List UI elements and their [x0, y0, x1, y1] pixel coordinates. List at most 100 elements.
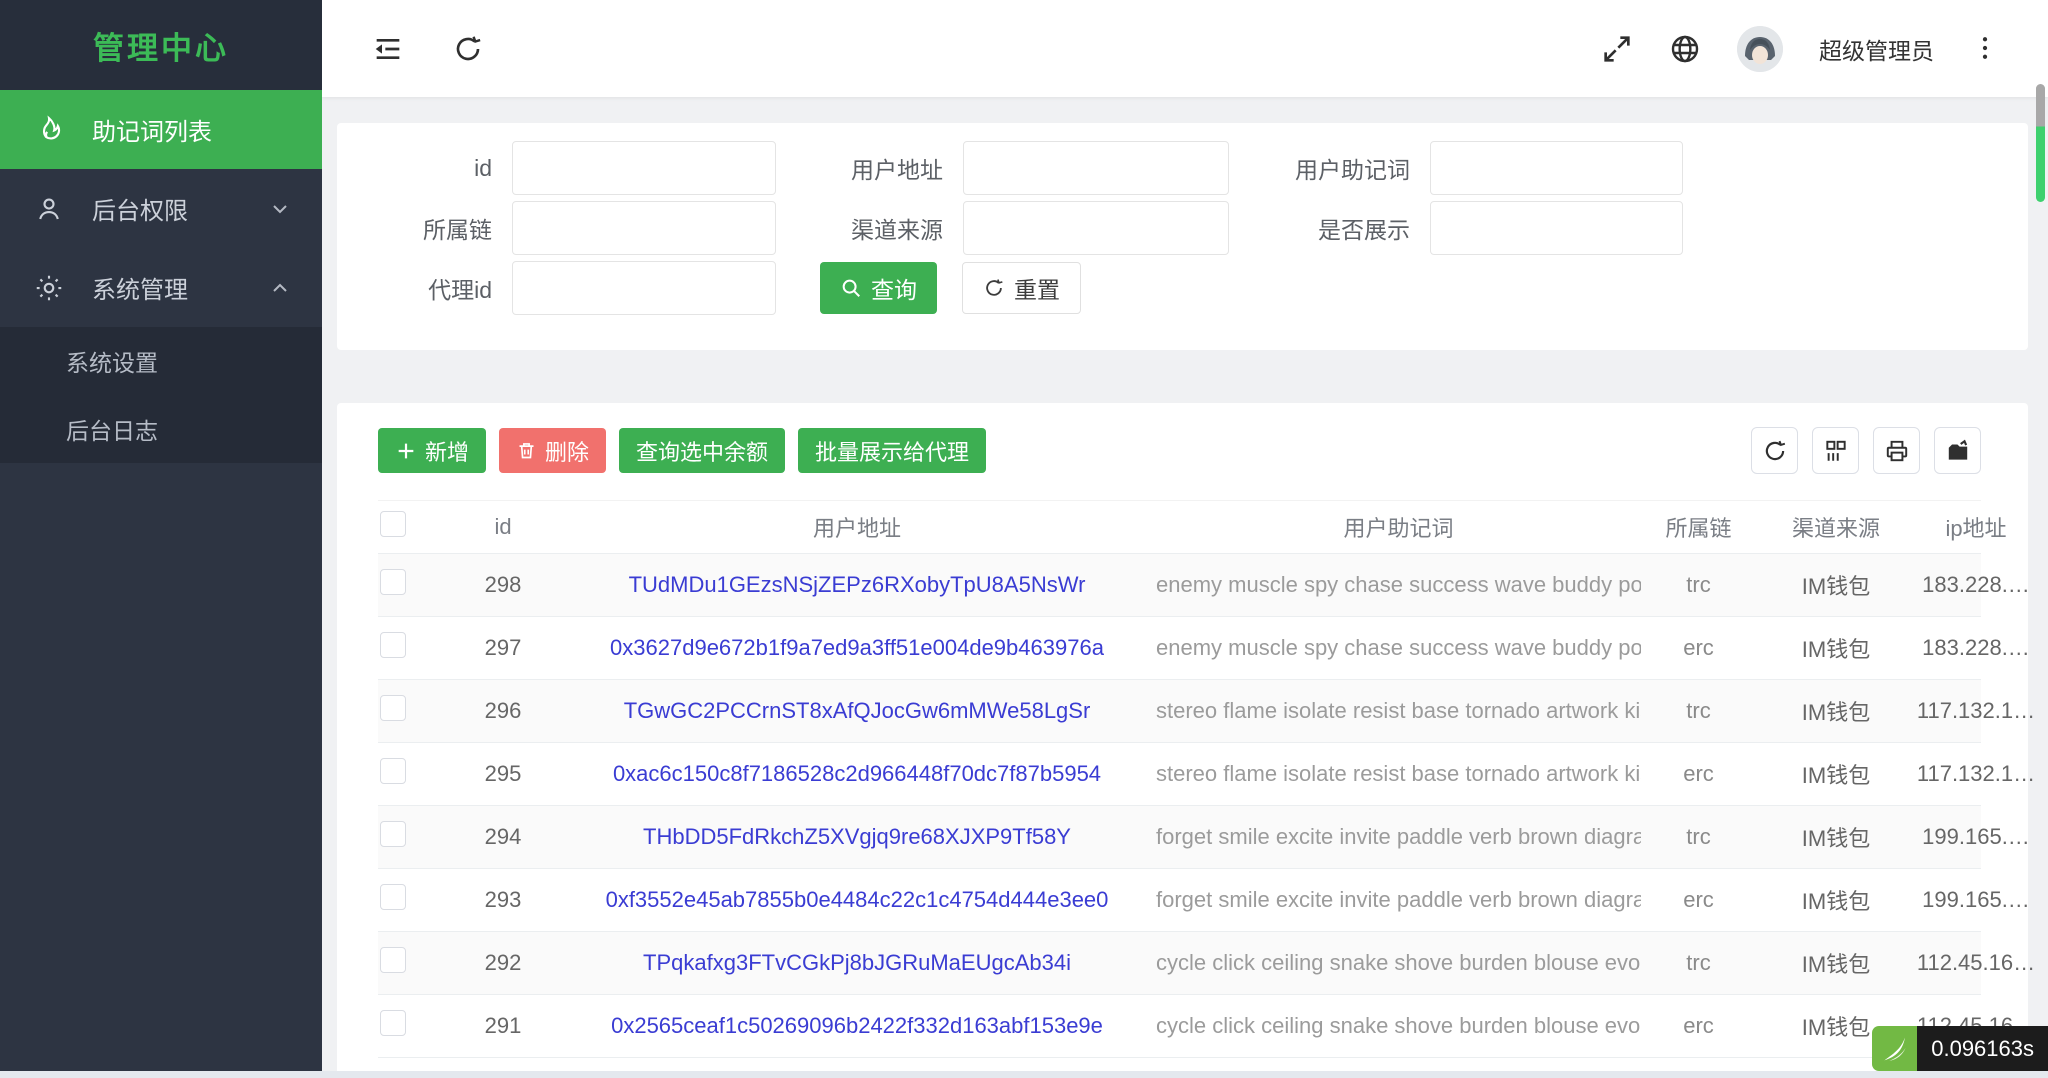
row-checkbox[interactable]: [380, 884, 406, 910]
cell-chain: trc: [1686, 950, 1711, 975]
add-button-label: 新增: [425, 439, 470, 465]
sidebar-item-label: 助记词列表: [92, 119, 212, 146]
vertical-scrollbar[interactable]: [2036, 84, 2045, 202]
app-title: 管理中心: [0, 0, 322, 90]
address-link[interactable]: TGwGC2PCCrnST8xAfQJocGw6mMWe58LgSr: [624, 698, 1091, 723]
print-button[interactable]: [1873, 427, 1920, 474]
sidebar-item-label: 后台权限: [92, 198, 188, 225]
query-selected-balance-button[interactable]: 查询选中余额: [619, 428, 786, 473]
cell-chain: trc: [1686, 824, 1711, 849]
row-checkbox[interactable]: [380, 821, 406, 847]
address-link[interactable]: TUdMDu1GEzsNSjZEPz6RXobyTpU8A5NsWr: [629, 572, 1086, 597]
delete-button-label: 删除: [545, 439, 590, 465]
delete-button[interactable]: 删除: [499, 428, 607, 473]
reset-button-label: 重置: [1014, 277, 1060, 303]
search-icon: [840, 277, 862, 299]
cell-id: 298: [484, 572, 522, 597]
cell-chain: erc: [1683, 887, 1714, 912]
cell-id: 297: [484, 635, 522, 660]
language-globe-icon[interactable]: [1669, 33, 1701, 65]
select-all-checkbox[interactable]: [380, 511, 406, 537]
chain-input[interactable]: [512, 201, 776, 255]
more-menu-icon[interactable]: [1970, 33, 2002, 65]
columns-button[interactable]: [1812, 427, 1859, 474]
row-checkbox[interactable]: [380, 569, 406, 595]
table-row: 295 0xac6c150c8f7186528c2d966448f70dc7f8…: [378, 743, 2035, 806]
cell-chain: trc: [1686, 572, 1711, 597]
user-mnemonic-input[interactable]: [1430, 141, 1683, 195]
user-icon: [34, 194, 64, 224]
data-table: id 用户地址 用户助记词 所属链 渠道来源 ip地址 298 TUdMDu1G…: [378, 500, 2035, 1058]
sidebar-item-mnemonic-list[interactable]: 助记词列表: [0, 90, 322, 169]
flame-icon: [34, 114, 64, 145]
row-checkbox[interactable]: [380, 947, 406, 973]
col-header-chain: 所属链: [1665, 516, 1732, 541]
cell-id: 292: [484, 950, 522, 975]
sidebar-subitem-system-settings[interactable]: 系统设置: [0, 327, 322, 395]
sidebar-submenu: 系统设置 后台日志: [0, 327, 322, 463]
cell-source: IM钱包: [1801, 889, 1871, 914]
cell-source: IM钱包: [1801, 574, 1871, 599]
address-link[interactable]: 0xac6c150c8f7186528c2d966448f70dc7f87b59…: [613, 761, 1101, 786]
sidebar-subitem-admin-logs[interactable]: 后台日志: [0, 395, 322, 463]
cell-ip: 183.228.…: [1922, 572, 2030, 597]
cell-mnemonic: cycle click ceiling snake shove burden b…: [1156, 1013, 1641, 1038]
cell-id: 295: [484, 761, 522, 786]
address-link[interactable]: TPqkafxg3FTvCGkPj8bJGRuMaEUgcAb34i: [643, 950, 1071, 975]
cell-ip: 183.228.…: [1922, 635, 2030, 660]
thinkadmin-logo-icon: [1872, 1026, 1918, 1071]
col-header-id: id: [494, 514, 512, 539]
cell-mnemonic: forget smile excite invite paddle verb b…: [1156, 887, 1641, 912]
cell-source: IM钱包: [1801, 700, 1871, 725]
user-address-input[interactable]: [963, 141, 1229, 195]
cell-source: IM钱包: [1801, 952, 1871, 977]
address-link[interactable]: 0x2565ceaf1c50269096b2422f332d163abf153e…: [611, 1013, 1103, 1038]
row-checkbox[interactable]: [380, 1010, 406, 1036]
row-checkbox[interactable]: [380, 758, 406, 784]
cell-ip: 117.132.1…: [1916, 698, 2036, 723]
table-row: 297 0x3627d9e672b1f9a7ed9a3ff51e004de9b4…: [378, 617, 2030, 680]
reset-button[interactable]: 重置: [962, 262, 1081, 314]
sidebar: 管理中心 助记词列表 后台权限 系统管理 系统设置 后台日志: [0, 0, 322, 1071]
username[interactable]: 超级管理员: [1819, 32, 1934, 66]
export-button[interactable]: [1934, 427, 1981, 474]
chevron-down-icon: [268, 197, 292, 221]
add-button[interactable]: 新增: [378, 428, 487, 473]
window-bottom-edge: [0, 1071, 2048, 1078]
id-input[interactable]: [512, 141, 776, 195]
query-selected-balance-label: 查询选中余额: [636, 439, 769, 465]
fullscreen-icon[interactable]: [1601, 33, 1633, 65]
cell-ip: 117.132.1…: [1916, 761, 2036, 786]
address-link[interactable]: 0x3627d9e672b1f9a7ed9a3ff51e004de9b46397…: [610, 635, 1104, 660]
row-checkbox[interactable]: [380, 632, 406, 658]
table-row: 292 TPqkafxg3FTvCGkPj8bJGRuMaEUgcAb34i c…: [378, 932, 2035, 995]
col-header-address: 用户地址: [812, 516, 901, 541]
cell-chain: trc: [1686, 698, 1711, 723]
field-label-channel: 渠道来源: [851, 217, 943, 243]
field-label-id: id: [474, 154, 492, 181]
table-row: 296 TGwGC2PCCrnST8xAfQJocGw6mMWe58LgSr s…: [378, 680, 2035, 743]
elapsed-time: 0.096163s: [1917, 1026, 2048, 1071]
sidebar-subitem-label: 系统设置: [66, 350, 158, 376]
cell-mnemonic: stereo flame isolate resist base tornado…: [1156, 698, 1641, 723]
cell-id: 294: [484, 824, 522, 849]
channel-input[interactable]: [963, 201, 1229, 255]
sidebar-item-system-management[interactable]: 系统管理: [0, 248, 322, 327]
agent-id-input[interactable]: [512, 261, 776, 315]
query-button[interactable]: 查询: [820, 262, 937, 314]
avatar[interactable]: [1737, 25, 1783, 72]
table-panel: 新增 删除 查询选中余额 批量展示给代理 id 用户地址 用户助记词 所属链 渠…: [337, 403, 2035, 1078]
address-link[interactable]: THbDD5FdRkchZ5XVgjq9re68XJXP9Tf58Y: [643, 824, 1071, 849]
refresh-page-icon[interactable]: [452, 33, 484, 65]
collapse-sidebar-icon[interactable]: [372, 33, 404, 65]
performance-badge: 0.096163s: [1872, 1026, 2048, 1071]
cell-ip: 199.165.…: [1922, 824, 2030, 849]
cell-chain: erc: [1683, 635, 1714, 660]
field-label-agent-id: 代理id: [428, 277, 492, 303]
row-checkbox[interactable]: [380, 695, 406, 721]
refresh-table-button[interactable]: [1751, 427, 1798, 474]
address-link[interactable]: 0xf3552e45ab7855b0e4484c22c1c4754d444e3e…: [606, 887, 1109, 912]
display-input[interactable]: [1430, 201, 1683, 255]
sidebar-item-admin-permission[interactable]: 后台权限: [0, 169, 322, 248]
batch-show-agent-button[interactable]: 批量展示给代理: [798, 428, 987, 473]
